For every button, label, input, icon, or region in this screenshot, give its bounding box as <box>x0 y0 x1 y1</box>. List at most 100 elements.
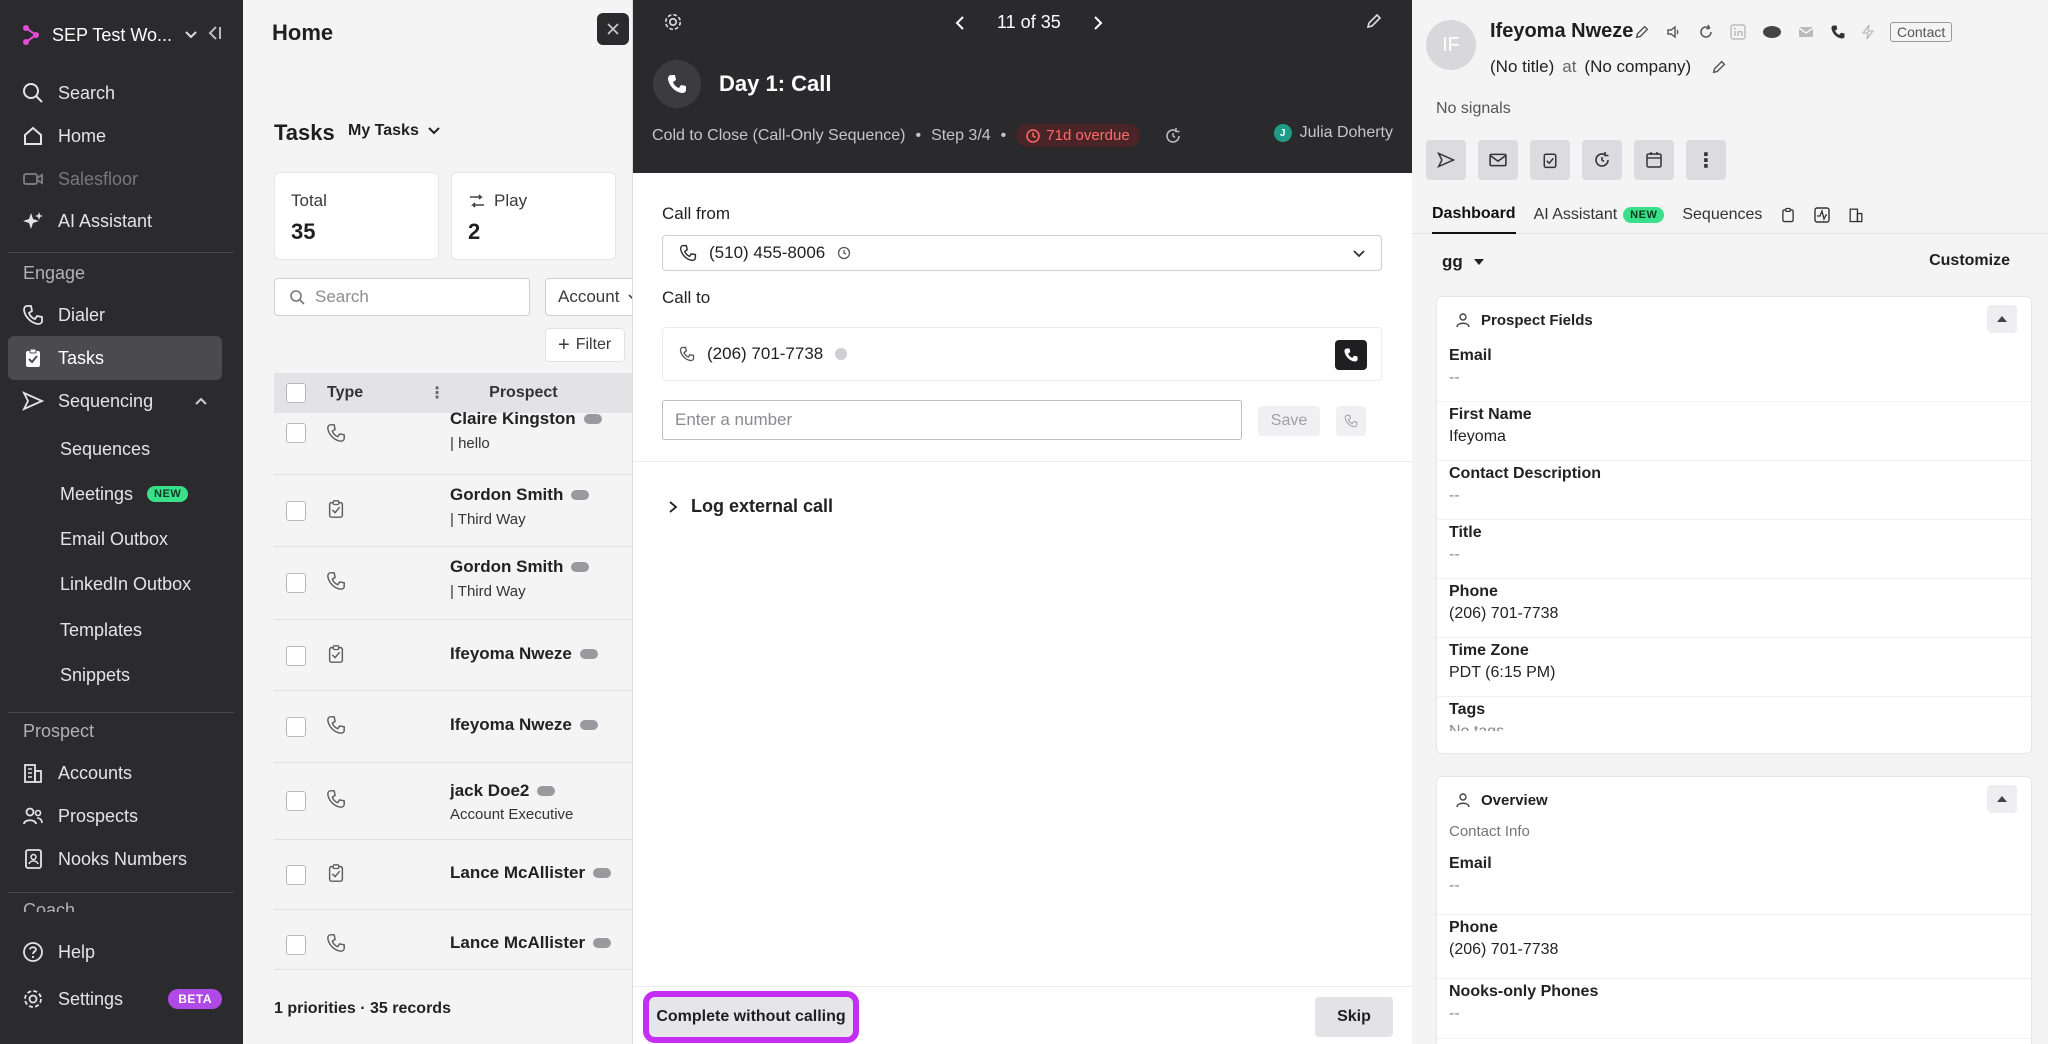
tab-company[interactable] <box>1848 196 1864 234</box>
building-icon <box>1849 208 1863 222</box>
help-icon <box>23 942 43 962</box>
nav-dialer[interactable]: Dialer <box>8 293 222 337</box>
create-task-button[interactable] <box>1530 140 1570 180</box>
nav-meetings[interactable]: Meetings NEW <box>8 472 222 516</box>
table-row[interactable]: Lance McAllister <box>274 910 633 970</box>
collapse-sidebar-button[interactable] <box>205 24 223 42</box>
nav-sequencing[interactable]: Sequencing <box>8 379 222 423</box>
gear-icon[interactable] <box>663 12 683 32</box>
collapse-card-button[interactable] <box>1987 785 2017 813</box>
table-row[interactable]: Ifeyoma Nweze <box>274 691 633 763</box>
nav-ai-assistant[interactable]: AI Assistant <box>8 199 222 243</box>
close-task-button[interactable] <box>597 13 629 45</box>
tab-activity[interactable] <box>1814 196 1831 234</box>
column-menu-icon[interactable]: ⋮ <box>429 383 445 403</box>
refresh-icon[interactable] <box>1698 24 1714 40</box>
view-selector[interactable]: gg <box>1442 252 1485 272</box>
field-email: Email -- <box>1437 343 2031 402</box>
tab-dashboard[interactable]: Dashboard <box>1432 196 1516 234</box>
phone-icon <box>1344 414 1358 428</box>
customize-button[interactable]: Customize <box>1929 252 2010 270</box>
more-actions-button[interactable]: ⋮ <box>1686 140 1726 180</box>
bolt-icon[interactable] <box>1862 24 1874 40</box>
person-icon <box>1456 313 1470 328</box>
reschedule-icon[interactable] <box>1164 127 1182 145</box>
new-badge: NEW <box>1623 206 1665 223</box>
send-email-button[interactable] <box>1478 140 1518 180</box>
filter-button[interactable]: + Filter <box>545 328 625 362</box>
select-all-checkbox[interactable] <box>286 383 306 403</box>
nav-prospects[interactable]: Prospects <box>8 794 222 838</box>
tab-sequences[interactable]: Sequences <box>1682 196 1762 234</box>
chevron-down-icon <box>428 127 440 135</box>
table-row[interactable]: Gordon Smith | Third Way <box>274 547 633 620</box>
phone-icon <box>327 716 345 734</box>
mail-icon[interactable] <box>1798 25 1814 39</box>
account-filter-dropdown[interactable]: Account <box>545 278 633 316</box>
pencil-icon[interactable] <box>1711 59 1727 75</box>
nav-templates[interactable]: Templates <box>8 608 222 652</box>
owner-avatar: J <box>1273 124 1292 142</box>
tab-ai-assistant[interactable]: AI Assistant NEW <box>1534 196 1665 234</box>
field-tags: TagsNo tags <box>1449 701 1504 731</box>
chevron-right-icon[interactable] <box>1091 15 1105 31</box>
add-to-sequence-button[interactable] <box>1426 140 1466 180</box>
schedule-meeting-button[interactable] <box>1634 140 1674 180</box>
table-row[interactable]: Lance McAllister <box>274 840 633 910</box>
my-tasks-dropdown[interactable]: My Tasks <box>348 122 441 140</box>
collapse-card-button[interactable] <box>1987 305 2017 333</box>
enter-number-input[interactable]: Enter a number <box>662 400 1242 440</box>
call-entered-number-button[interactable] <box>1336 406 1366 436</box>
nav-email-outbox[interactable]: Email Outbox <box>8 517 222 561</box>
nav-settings[interactable]: Settings BETA <box>8 977 222 1021</box>
table-row[interactable]: Claire Kingston | hello <box>274 409 633 475</box>
skip-button[interactable]: Skip <box>1315 997 1393 1037</box>
prospect-subtitle: | Third Way <box>450 511 526 528</box>
prospect-name: jack Doe2 <box>450 781 556 801</box>
log-external-call-toggle[interactable]: Log external call <box>667 496 833 517</box>
pencil-icon[interactable] <box>1365 12 1383 30</box>
nav-sequences[interactable]: Sequences <box>8 427 222 471</box>
pencil-icon[interactable] <box>1634 24 1650 40</box>
phone-icon[interactable] <box>1830 24 1846 40</box>
nav-home[interactable]: Home <box>8 114 222 158</box>
tab-tasks[interactable] <box>1780 196 1796 234</box>
table-row[interactable]: Ifeyoma Nweze <box>274 620 633 691</box>
history-button[interactable] <box>1582 140 1622 180</box>
send-icon <box>22 391 44 411</box>
table-row[interactable]: jack Doe2 Account Executive <box>274 763 633 840</box>
workspace-switcher[interactable]: SEP Test Wo... <box>22 20 198 50</box>
phone-icon <box>679 244 697 262</box>
nav-snippets[interactable]: Snippets <box>8 653 222 697</box>
table-row[interactable]: Gordon Smith | Third Way <box>274 475 633 547</box>
phone-icon <box>327 934 345 952</box>
sequence-name[interactable]: Cold to Close (Call-Only Sequence) <box>652 127 905 145</box>
nav-help[interactable]: Help <box>8 930 222 974</box>
nav-accounts[interactable]: Accounts <box>8 751 222 795</box>
complete-without-calling-button[interactable]: Complete without calling <box>643 991 859 1043</box>
nav-linkedin-outbox[interactable]: LinkedIn Outbox <box>8 562 222 606</box>
task-owner[interactable]: J Julia Doherty <box>1273 124 1393 142</box>
stat-total[interactable]: Total 35 <box>274 172 439 260</box>
call-to-number-row[interactable]: (206) 701-7738 <box>662 327 1382 381</box>
nav-search[interactable]: Search <box>8 71 222 115</box>
stat-play[interactable]: Play 2 <box>451 172 616 260</box>
chevron-down-icon <box>185 31 197 39</box>
salesforce-cloud-icon[interactable] <box>1762 25 1782 39</box>
plus-icon: + <box>558 333 570 356</box>
task-search-input[interactable]: Search <box>274 278 530 316</box>
nav-tasks[interactable]: Tasks <box>8 336 222 380</box>
nav-nooks-numbers[interactable]: Nooks Numbers <box>8 837 222 881</box>
speaker-icon[interactable] <box>1666 24 1682 40</box>
prospect-subtitle: | Third Way <box>450 583 526 600</box>
linkedin-icon[interactable] <box>1730 24 1746 40</box>
chevron-left-icon[interactable] <box>953 15 967 31</box>
sparkle-icon <box>23 212 43 229</box>
prospect-tabs: Dashboard AI Assistant NEW Sequences <box>1412 196 2048 234</box>
save-number-button[interactable]: Save <box>1258 406 1320 436</box>
call-from-select[interactable]: (510) 455-8006 <box>662 235 1382 271</box>
send-icon <box>1437 151 1455 169</box>
dial-button[interactable] <box>1335 340 1367 370</box>
prospect-name: Lance McAllister <box>450 863 612 883</box>
field-first-name: First Name Ifeyoma <box>1437 402 2031 461</box>
